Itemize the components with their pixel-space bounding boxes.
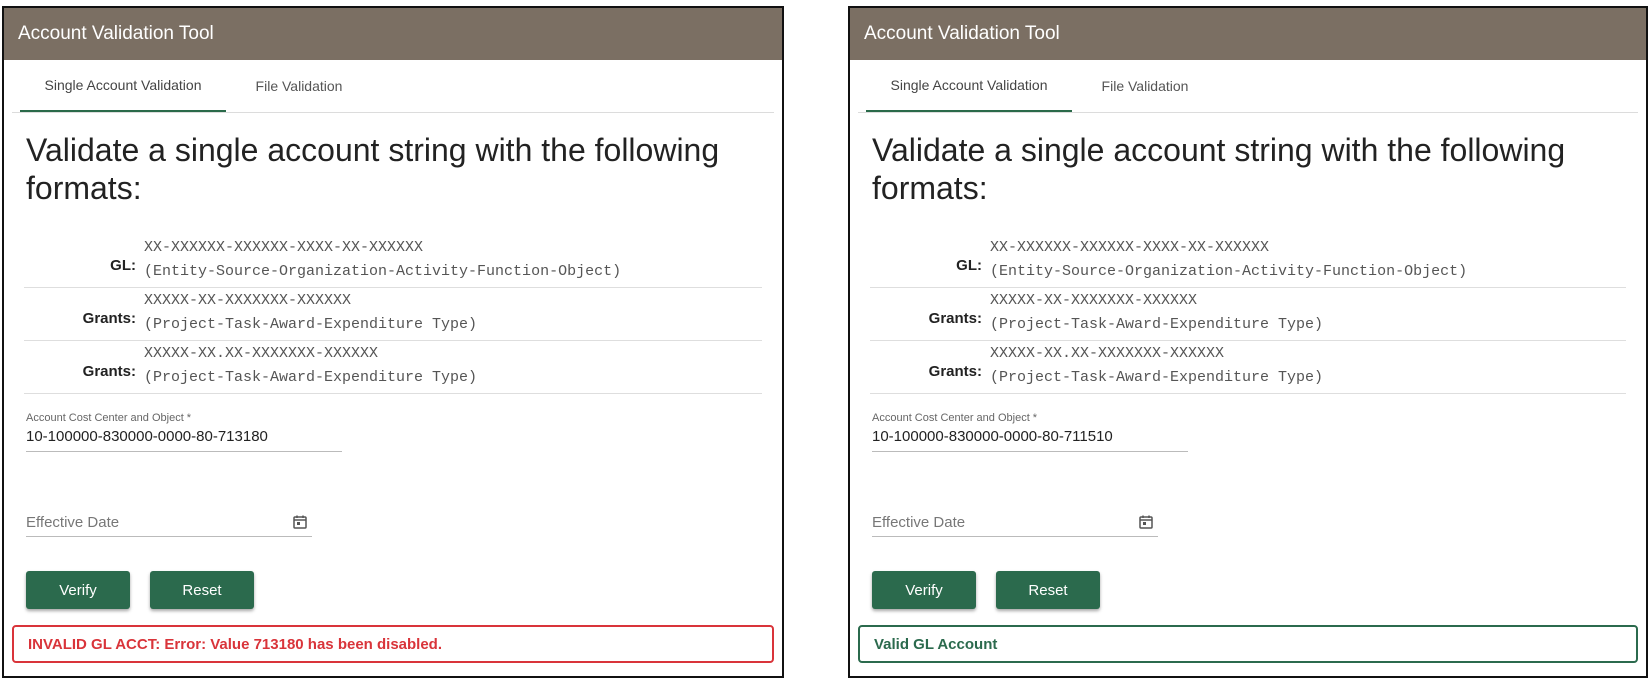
format-description: (Project-Task-Award-Expenditure Type) — [144, 316, 478, 333]
tab-bar: Single Account Validation File Validatio… — [12, 60, 774, 113]
format-code: XXXXX-XX-XXXXXXX-XXXXXX (Project-Task-Aw… — [144, 289, 477, 337]
format-pattern: XX-XXXXXX-XXXXXX-XXXX-XX-XXXXXX — [990, 239, 1270, 256]
validation-panel-right: Account Validation Tool Single Account V… — [848, 6, 1648, 678]
format-description: (Entity-Source-Organization-Activity-Fun… — [990, 263, 1468, 280]
format-pattern: XX-XXXXXX-XXXXXX-XXXX-XX-XXXXXX — [144, 239, 424, 256]
calendar-icon[interactable] — [1138, 514, 1154, 530]
format-row-grants: Grants: XXXXX-XX-XXXXXXX-XXXXXX (Project… — [870, 288, 1626, 341]
format-description: (Project-Task-Award-Expenditure Type) — [144, 369, 478, 386]
format-label: GL: — [110, 256, 136, 274]
action-buttons: Verify Reset — [872, 571, 1646, 609]
account-input[interactable]: 10-100000-830000-0000-80-711510 — [872, 428, 1188, 452]
account-field-label: Account Cost Center and Object * — [872, 412, 1038, 424]
format-code: XXXXX-XX.XX-XXXXXXX-XXXXXX (Project-Task… — [990, 342, 1323, 390]
account-input[interactable]: 10-100000-830000-0000-80-713180 — [26, 428, 342, 452]
format-description: (Project-Task-Award-Expenditure Type) — [990, 369, 1324, 386]
page-heading: Validate a single account string with th… — [26, 132, 720, 206]
format-row-grants-alt: Grants: XXXXX-XX.XX-XXXXXXX-XXXXXX (Proj… — [24, 341, 762, 394]
tab-single-account-validation[interactable]: Single Account Validation — [866, 60, 1072, 112]
format-code: XXXXX-XX.XX-XXXXXXX-XXXXXX (Project-Task… — [144, 342, 477, 390]
account-field-label: Account Cost Center and Object * — [26, 412, 192, 424]
format-pattern: XXXXX-XX-XXXXXXX-XXXXXX — [990, 292, 1198, 309]
tab-bar: Single Account Validation File Validatio… — [858, 60, 1638, 113]
reset-button[interactable]: Reset — [996, 571, 1100, 609]
page-heading: Validate a single account string with th… — [872, 132, 1566, 206]
format-pattern: XXXXX-XX-XXXXXXX-XXXXXX — [144, 292, 352, 309]
verify-button[interactable]: Verify — [872, 571, 976, 609]
verify-button[interactable]: Verify — [26, 571, 130, 609]
app-title: Account Validation Tool — [850, 8, 1646, 60]
format-description: (Entity-Source-Organization-Activity-Fun… — [144, 263, 622, 280]
action-buttons: Verify Reset — [26, 571, 782, 609]
format-description: (Project-Task-Award-Expenditure Type) — [990, 316, 1324, 333]
format-label: Grants: — [928, 362, 982, 380]
effective-date-placeholder: Effective Date — [872, 513, 966, 531]
format-label: Grants: — [82, 362, 136, 380]
tab-file-validation[interactable]: File Validation — [244, 60, 354, 112]
format-pattern: XXXXX-XX.XX-XXXXXXX-XXXXXX — [990, 345, 1225, 362]
format-list: GL: XX-XXXXXX-XXXXXX-XXXX-XX-XXXXXX (Ent… — [24, 235, 762, 394]
format-list: GL: XX-XXXXXX-XXXXXX-XXXX-XX-XXXXXX (Ent… — [870, 235, 1626, 394]
format-row-grants: Grants: XXXXX-XX-XXXXXXX-XXXXXX (Project… — [24, 288, 762, 341]
format-row-gl: GL: XX-XXXXXX-XXXXXX-XXXX-XX-XXXXXX (Ent… — [870, 235, 1626, 288]
format-row-grants-alt: Grants: XXXXX-XX.XX-XXXXXXX-XXXXXX (Proj… — [870, 341, 1626, 394]
format-pattern: XXXXX-XX.XX-XXXXXXX-XXXXXX — [144, 345, 379, 362]
validation-panel-left: Account Validation Tool Single Account V… — [2, 6, 784, 678]
effective-date-placeholder: Effective Date — [26, 513, 120, 531]
format-label: Grants: — [928, 309, 982, 327]
calendar-icon[interactable] — [292, 514, 308, 530]
format-label: GL: — [956, 256, 982, 274]
tab-single-account-validation[interactable]: Single Account Validation — [20, 60, 226, 112]
format-label: Grants: — [82, 309, 136, 327]
app-title: Account Validation Tool — [4, 8, 782, 60]
validation-success-message: Valid GL Account — [858, 625, 1638, 663]
effective-date-input[interactable]: Effective Date — [872, 510, 1158, 537]
validation-error-message: INVALID GL ACCT: Error: Value 713180 has… — [12, 625, 774, 663]
format-code: XX-XXXXXX-XXXXXX-XXXX-XX-XXXXXX (Entity-… — [144, 236, 621, 284]
format-row-gl: GL: XX-XXXXXX-XXXXXX-XXXX-XX-XXXXXX (Ent… — [24, 235, 762, 288]
format-code: XX-XXXXXX-XXXXXX-XXXX-XX-XXXXXX (Entity-… — [990, 236, 1467, 284]
reset-button[interactable]: Reset — [150, 571, 254, 609]
effective-date-input[interactable]: Effective Date — [26, 510, 312, 537]
format-code: XXXXX-XX-XXXXXXX-XXXXXX (Project-Task-Aw… — [990, 289, 1323, 337]
tab-file-validation[interactable]: File Validation — [1090, 60, 1200, 112]
